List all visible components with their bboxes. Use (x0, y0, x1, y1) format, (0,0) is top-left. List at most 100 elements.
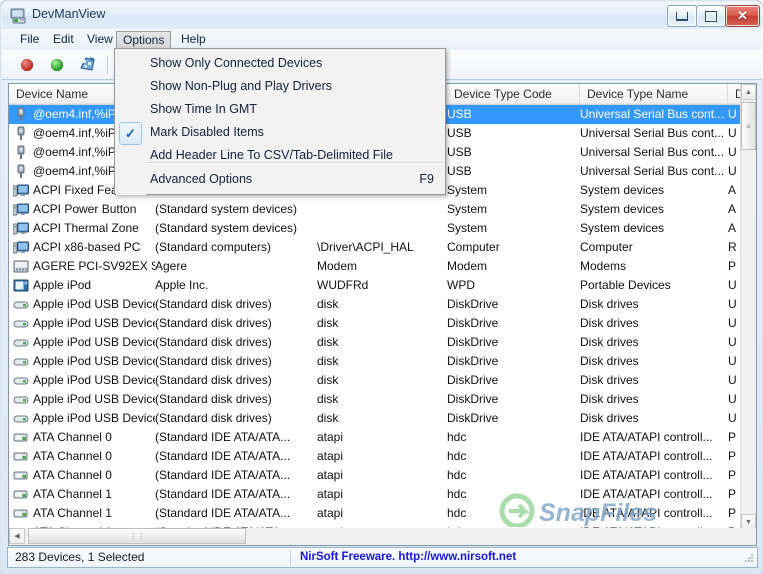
cell-device-type-code: USB (447, 126, 472, 140)
vertical-scroll-thumb[interactable]: ≡ (741, 102, 756, 150)
table-row[interactable]: Apple iPod USB Device (Standard disk driv… (9, 333, 756, 352)
menu-separator (147, 162, 443, 164)
column-header-device-type-name[interactable]: Device Type Name (580, 84, 728, 104)
cell-device-type-code: hdc (447, 430, 467, 444)
cell-device-type-code: System (447, 183, 488, 197)
device-count-status: 283 Devices, 1 Selected (15, 550, 145, 564)
cell-device-type-name: Computer (580, 240, 633, 254)
disable-device-button[interactable] (16, 53, 40, 76)
cell-device-name: Apple iPod USB Device (33, 411, 155, 425)
menu-item-advanced-options[interactable]: Advanced Options F9 (116, 167, 446, 192)
table-row[interactable]: Apple iPod USB Device (Standard disk driv… (9, 352, 756, 371)
table-row[interactable]: ACPI Power Button (Standard system device… (9, 200, 756, 219)
maximize-icon (697, 6, 725, 26)
table-row[interactable]: Apple iPod USB Device (Standard disk driv… (9, 314, 756, 333)
cell-description: (Standard IDE ATA/ATA... (155, 506, 291, 520)
resize-grip[interactable] (742, 553, 754, 565)
cell-description: (Standard disk drives) (155, 392, 272, 406)
scroll-left-button[interactable]: ◀ (9, 528, 25, 544)
cell-description: (Standard IDE ATA/ATA... (155, 468, 291, 482)
menu-edit[interactable]: Edit (46, 31, 81, 48)
cell-device-type-code: DiskDrive (447, 354, 499, 368)
menu-view[interactable]: View (80, 31, 120, 48)
cell-device-name: ACPI Thermal Zone (33, 221, 139, 235)
table-row[interactable]: Apple iPod USB Device (Standard disk driv… (9, 390, 756, 409)
cell-device-type-name: Universal Serial Bus cont... (580, 164, 725, 178)
cell-driver-name: disk (317, 392, 339, 406)
table-row[interactable]: ACPI x86-based PC (Standard computers) \Dr… (9, 238, 756, 257)
menu-item-show-only-connected-devices[interactable]: Show Only Connected Devices (116, 51, 446, 76)
cell-device-type-name: IDE ATA/ATAPI controll... (580, 468, 713, 482)
cell-device-name: Apple iPod USB Device (33, 354, 155, 368)
cell-device-name: ACPI Power Button (33, 202, 137, 216)
minimize-button[interactable] (667, 5, 697, 27)
cell-device-type-code: hdc (447, 506, 467, 520)
cell-driver-name: disk (317, 297, 339, 311)
horizontal-scrollbar[interactable]: ◀ ⋮⋮ (8, 528, 757, 546)
menu-help[interactable]: Help (174, 31, 213, 48)
cell-description: (Standard disk drives) (155, 316, 272, 330)
table-row[interactable]: ATA Channel 1 (Standard IDE ATA/ATA... ata… (9, 485, 756, 504)
table-row[interactable]: ATA Channel 0 (Standard IDE ATA/ATA... ata… (9, 447, 756, 466)
menu-item-show-time-in-gmt[interactable]: Show Time In GMT (116, 97, 446, 122)
refresh-icon (80, 57, 95, 71)
options-dropdown-menu[interactable]: Show Only Connected Devices Show Non-Plu… (114, 48, 446, 195)
refresh-button[interactable] (76, 53, 100, 76)
menu-item-show-non-plug-and-play-drivers[interactable]: Show Non-Plug and Play Drivers (116, 74, 446, 99)
menu-item-label: Show Only Connected Devices (150, 56, 323, 70)
menu-item-label: Mark Disabled Items (150, 125, 264, 139)
table-row[interactable]: Apple iPod Apple Inc. WUDFRd WPD Portable De… (9, 276, 756, 295)
green-dot-icon (51, 59, 63, 71)
menu-item-label: Advanced Options (150, 172, 253, 186)
table-row[interactable]: ATA Channel 0 (Standard IDE ATA/ATA... ata… (9, 428, 756, 447)
cell-driver-name: atapi (317, 487, 344, 501)
menu-item-add-header-line[interactable]: Add Header Line To CSV/Tab-Delimited Fil… (116, 143, 446, 168)
cell-driver-name: atapi (317, 506, 344, 520)
table-row[interactable]: Apple iPod USB Device (Standard disk driv… (9, 295, 756, 314)
status-bar: 283 Devices, 1 Selected NirSoft Freeware… (7, 547, 758, 568)
cell-device-name: Apple iPod USB Device (33, 373, 155, 387)
cell-device-type-code: hdc (447, 449, 467, 463)
cell-description: (Standard disk drives) (155, 373, 272, 387)
cell-device-type-code: hdc (447, 468, 467, 482)
cell-device-type-code: DiskDrive (447, 392, 499, 406)
cell-device-type-name: IDE ATA/ATAPI controll... (580, 430, 713, 444)
title-bar: DevManView ✕ (2, 2, 763, 30)
cell-device-type-name: Disk drives (580, 411, 639, 425)
cell-description: (Standard IDE ATA/ATA... (155, 430, 291, 444)
cell-device-type-name: System devices (580, 221, 665, 235)
close-button[interactable]: ✕ (725, 5, 760, 27)
table-row[interactable]: ATA Channel 0 (Standard IDE ATA/ATA... ata… (9, 466, 756, 485)
cell-device-name: AGERE PCI-SV92EX So... (33, 259, 155, 273)
table-row[interactable]: Apple iPod USB Device (Standard disk driv… (9, 371, 756, 390)
menu-item-shortcut: F9 (419, 172, 434, 186)
cell-description: (Standard IDE ATA/ATA... (155, 487, 291, 501)
cell-driver-name: disk (317, 335, 339, 349)
cell-driver-name: disk (317, 373, 339, 387)
horizontal-scroll-thumb[interactable]: ⋮⋮ (28, 528, 246, 544)
cell-device-type-name: Disk drives (580, 316, 639, 330)
vertical-scrollbar[interactable]: ▲ ≡ ▼ (740, 84, 756, 530)
nirsoft-link[interactable]: NirSoft Freeware. http://www.nirsoft.net (300, 548, 516, 567)
table-row[interactable]: Apple iPod USB Device (Standard disk driv… (9, 409, 756, 428)
cell-device-type-name: Universal Serial Bus cont... (580, 126, 725, 140)
cell-device-type-name: Disk drives (580, 392, 639, 406)
table-row[interactable]: ATA Channel 1 (Standard IDE ATA/ATA... ata… (9, 504, 756, 523)
cell-description: (Standard system devices) (155, 202, 298, 216)
table-row[interactable]: ACPI Thermal Zone (Standard system device… (9, 219, 756, 238)
column-header-device-type-code[interactable]: Device Type Code (447, 84, 580, 104)
cell-driver-name: atapi (317, 468, 344, 482)
cell-driver-name: Modem (317, 259, 358, 273)
table-row[interactable]: AGERE PCI-SV92EX So...Agere Modem Modem Mod… (9, 257, 756, 276)
scroll-up-button[interactable]: ▲ (741, 84, 756, 100)
menu-file[interactable]: File (13, 31, 46, 48)
cell-device-name: ATA Channel 0 (33, 430, 112, 444)
menu-item-mark-disabled-items[interactable]: ✓ Mark Disabled Items (116, 120, 446, 145)
cell-description: (Standard disk drives) (155, 297, 272, 311)
maximize-button[interactable] (696, 5, 726, 27)
enable-device-button[interactable] (46, 53, 70, 76)
cell-driver-name: disk (317, 411, 339, 425)
menu-item-label: Show Time In GMT (150, 102, 257, 116)
cell-device-type-code: USB (447, 107, 472, 121)
cell-description: (Standard disk drives) (155, 335, 272, 349)
